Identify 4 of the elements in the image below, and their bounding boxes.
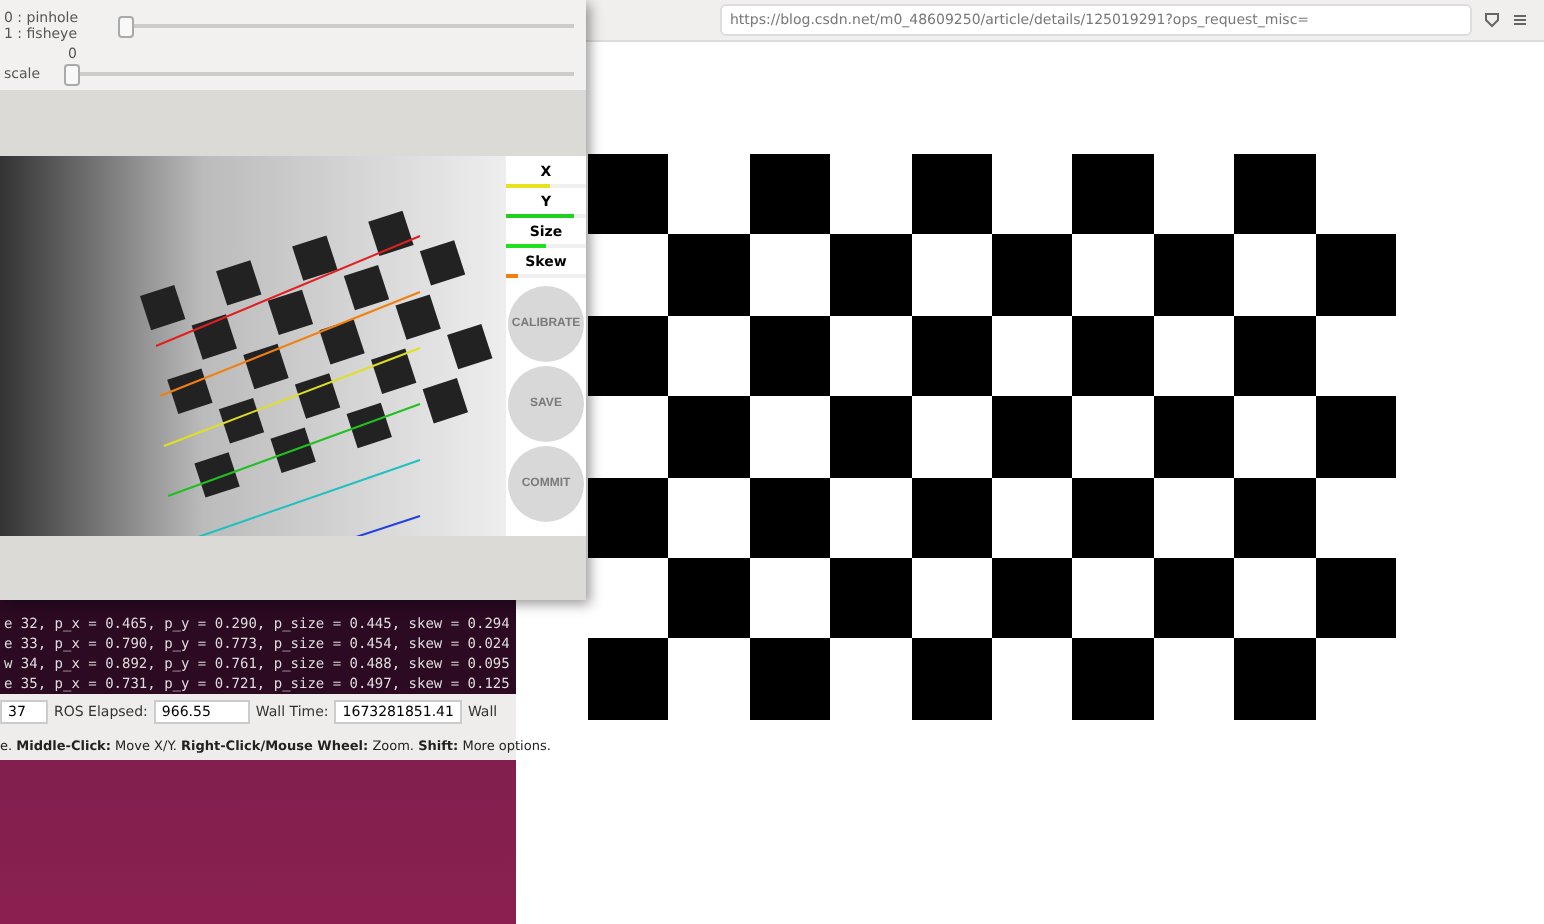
menu-icon[interactable] [1512, 12, 1528, 28]
shield-icon[interactable] [1484, 12, 1500, 28]
slider-thumb[interactable] [64, 63, 81, 85]
slider-thumb[interactable] [118, 15, 135, 37]
